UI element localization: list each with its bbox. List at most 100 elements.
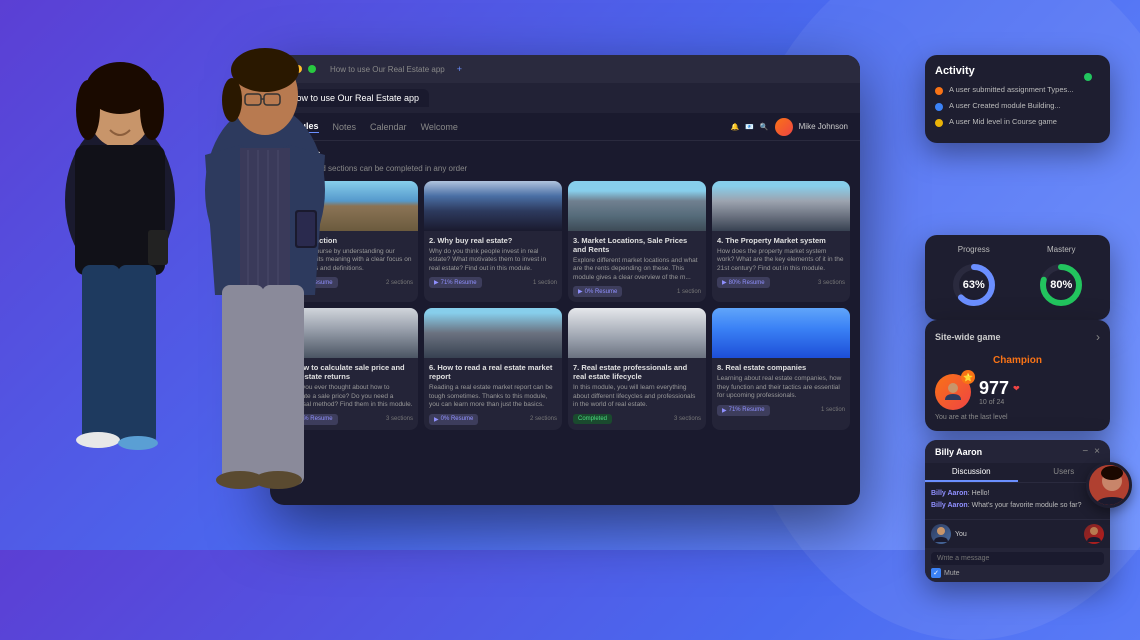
activity-panel: Activity A user submitted assignment Typ… [925,55,1110,143]
module-card-3[interactable]: 3. Market Locations, Sale Prices and Ren… [568,181,706,302]
game-avatar-container: ⭐ [935,374,971,410]
nav-welcome[interactable]: Welcome [421,122,458,132]
game-panel: Site-wide game › Champion ⭐ 977 ❤ 10 of … [925,320,1110,431]
card-2-title: 2. Why buy real estate? [429,236,557,245]
card-8-sections: 1 section [821,407,845,413]
mastery-circle: 80% [1036,260,1086,310]
mute-checkbox[interactable]: ✓ [931,568,941,578]
activity-dot-1 [935,87,943,95]
card-3-desc: Explore different market locations and w… [573,257,701,282]
activity-item-2: A user Created module Building... [935,101,1100,111]
progress-section: Progress 63% [935,245,1013,310]
card-8-resume[interactable]: ▶71% Resume [717,405,770,416]
card-8-footer: ▶71% Resume 1 section [717,405,845,416]
progress-value: 63% [963,279,985,291]
game-expand-icon[interactable]: › [1096,330,1100,344]
card-4-title: 4. The Property Market system [717,236,845,245]
people-illustration [0,0,400,550]
card-2-footer: ▶71% Resume 1 section [429,277,557,288]
card-7-image [568,308,706,358]
chat-users-row: You [925,519,1110,548]
card-4-image [712,181,850,231]
chat-sender-1: Billy Aaron [931,490,968,497]
online-indicator [1084,73,1092,81]
progress-mastery-panel: Progress 63% Mastery 80% [925,235,1110,320]
card-2-desc: Why do you think people invest in real e… [429,248,557,273]
game-header: Site-wide game › [935,330,1100,344]
card-3-image [568,181,706,231]
card-7-completed: Completed [573,414,612,424]
game-avatar-area: ⭐ 977 ❤ 10 of 24 [935,374,1100,410]
chat-user-avatar-man [1084,524,1104,544]
champion-badge: Champion [935,350,1100,368]
activity-title: Activity [935,65,1100,77]
card-3-sections: 1 section [677,289,701,295]
chat-close-icon[interactable]: × [1094,446,1100,457]
chat-messages: Billy Aaron: Hello! Billy Aaron: What's … [925,483,1110,519]
chat-input-area: ✓ Mute [925,548,1110,582]
champion-text: Champion [993,355,1042,366]
chat-message-input[interactable] [931,552,1104,565]
chat-message-2: Billy Aaron: What's your favorite module… [931,501,1104,510]
card-8-title: 8. Real estate companies [717,363,845,372]
user-name: Mike Johnson [799,122,848,131]
card-6-title: 6. How to read a real estate market repo… [429,363,557,381]
game-sub-text: You are at the last level [935,414,1100,421]
activity-dot-3 [935,119,943,127]
chat-tab-discussion[interactable]: Discussion [925,463,1018,482]
progress-circle: 63% [949,260,999,310]
chat-header: Billy Aaron − × [925,440,1110,463]
card-6-resume[interactable]: ▶0% Resume [429,414,478,425]
add-tab-btn[interactable]: + [457,64,462,74]
game-level: 10 of 24 [979,399,1020,406]
module-card-7[interactable]: 7. Real estate professionals and real es… [568,308,706,429]
card-8-image [712,308,850,358]
chat-panel: Billy Aaron − × Discussion Users Billy A… [925,440,1110,582]
heart-icon: ❤ [1013,384,1020,393]
card-7-footer: Completed 3 sections [573,414,701,424]
mute-label: Mute [944,570,960,577]
module-card-8[interactable]: 8. Real estate companies Learning about … [712,308,850,429]
chat-contact-name: Billy Aaron [935,447,982,457]
chat-minimize-icon[interactable]: − [1082,446,1088,457]
mute-checkbox-row: ✓ Mute [931,568,1104,578]
user-avatar[interactable] [775,118,793,136]
card-4-desc: How does the property market system work… [717,248,845,273]
activity-text-3: A user Mid level in Course game [949,117,1057,127]
game-score-area: 977 ❤ 10 of 24 [979,378,1020,406]
game-score: 977 [979,378,1009,399]
module-card-6[interactable]: 6. How to read a real estate market repo… [424,308,562,429]
card-7-sections: 3 sections [674,416,701,422]
activity-dot-2 [935,103,943,111]
user-area: 🔔 📧 🔍 Mike Johnson [730,118,848,136]
mastery-label: Mastery [1023,245,1101,254]
card-3-title: 3. Market Locations, Sale Prices and Ren… [573,236,701,254]
card-2-image [424,181,562,231]
activity-item-1: A user submitted assignment Types... [935,85,1100,95]
card-7-desc: In this module, you will learn everythin… [573,384,701,409]
card-2-resume[interactable]: ▶71% Resume [429,277,482,288]
chat-user-avatar-woman [931,524,951,544]
progress-label: Progress [935,245,1013,254]
card-6-desc: Reading a real estate market report can … [429,384,557,409]
activity-item-3: A user Mid level in Course game [935,117,1100,127]
card-4-resume[interactable]: ▶80% Resume [717,277,770,288]
card-3-resume[interactable]: ▶0% Resume [573,286,622,297]
card-6-footer: ▶0% Resume 2 sections [429,414,557,425]
activity-text-2: A user Created module Building... [949,101,1061,111]
module-card-2[interactable]: 2. Why buy real estate? Why do you think… [424,181,562,302]
chat-users-label: You [955,531,1080,538]
game-badge-icon: ⭐ [961,370,975,384]
card-3-footer: ▶0% Resume 1 section [573,286,701,297]
card-8-desc: Learning about real estate companies, ho… [717,375,845,400]
mastery-section: Mastery 80% [1023,245,1101,310]
chat-tabs: Discussion Users [925,463,1110,483]
chat-message-1: Billy Aaron: Hello! [931,489,1104,498]
card-4-sections: 3 sections [818,280,845,286]
game-title: Site-wide game [935,332,1001,342]
card-4-footer: ▶80% Resume 3 sections [717,277,845,288]
module-card-4[interactable]: 4. The Property Market system How does t… [712,181,850,302]
floating-user-avatar [1086,462,1132,508]
card-6-image [424,308,562,358]
chat-sender-2: Billy Aaron [931,502,968,509]
